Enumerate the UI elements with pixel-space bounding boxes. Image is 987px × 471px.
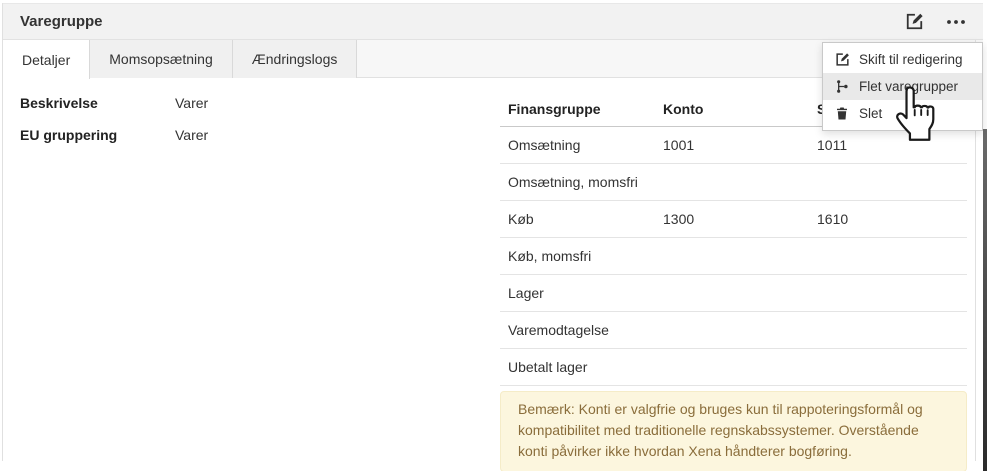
column-header-konto: Konto xyxy=(655,95,809,117)
details-section: Beskrivelse Varer EU gruppering Varer xyxy=(20,95,450,159)
menu-item-flet-varegrupper[interactable]: Flet varegrupper xyxy=(823,73,982,100)
cell-group: Omsætning, momsfri xyxy=(500,174,655,190)
table-row: Køb, momsfri xyxy=(500,238,967,275)
menu-item-label: Slet xyxy=(859,106,882,121)
header-actions xyxy=(903,11,983,33)
edit-button[interactable] xyxy=(903,11,925,33)
table-row: Varemodtagelse xyxy=(500,312,967,349)
cell-konto2: 1011 xyxy=(809,137,967,153)
page-title: Varegruppe xyxy=(3,13,103,30)
cell-group: Omsætning xyxy=(500,137,655,153)
note-box: Bemærk: Konti er valgfrie og bruges kun … xyxy=(500,391,967,471)
cell-group: Køb, momsfri xyxy=(500,248,655,264)
tab-detaljer[interactable]: Detaljer xyxy=(3,40,90,79)
field-value: Varer xyxy=(175,127,208,143)
table-row: Omsætning 1001 1011 xyxy=(500,127,967,164)
cell-konto2: 1610 xyxy=(809,211,967,227)
trash-icon xyxy=(834,106,850,122)
column-header-finansgruppe: Finansgruppe xyxy=(500,95,655,117)
ellipsis-icon xyxy=(946,19,966,25)
table-row: Ubetalt lager xyxy=(500,349,967,386)
pencil-square-icon xyxy=(905,12,924,31)
window-edge xyxy=(983,129,987,471)
field-eu-gruppering: EU gruppering Varer xyxy=(20,127,450,143)
field-value: Varer xyxy=(175,95,208,111)
pencil-square-icon xyxy=(834,52,850,68)
tab-momsopsaetning[interactable]: Momsopsætning xyxy=(90,40,233,78)
menu-item-label: Flet varegrupper xyxy=(859,79,958,94)
cell-konto: 1001 xyxy=(655,137,809,153)
table-row: Lager xyxy=(500,275,967,312)
cell-group: Køb xyxy=(500,211,655,227)
field-label: EU gruppering xyxy=(20,127,175,143)
varegruppe-panel: Varegruppe xyxy=(0,0,987,471)
cell-group: Lager xyxy=(500,285,655,301)
cell-konto: 1300 xyxy=(655,211,809,227)
menu-item-label: Skift til redigering xyxy=(859,52,963,67)
finance-accounts-table: Finansgruppe Konto S Omsætning 1001 1011… xyxy=(500,95,967,386)
field-beskrivelse: Beskrivelse Varer xyxy=(20,95,450,111)
merge-branch-icon xyxy=(834,79,850,95)
context-menu: Skift til redigering Flet varegrupper xyxy=(822,42,983,131)
menu-item-skift-til-redigering[interactable]: Skift til redigering xyxy=(823,46,982,73)
more-options-button[interactable] xyxy=(945,11,967,33)
field-label: Beskrivelse xyxy=(20,95,175,111)
panel-header: Varegruppe xyxy=(3,3,983,40)
menu-item-slet[interactable]: Slet xyxy=(823,100,982,127)
cell-group: Ubetalt lager xyxy=(500,359,655,375)
table-row: Omsætning, momsfri xyxy=(500,164,967,201)
table-row: Køb 1300 1610 xyxy=(500,201,967,238)
cell-group: Varemodtagelse xyxy=(500,322,655,338)
tab-aendringslogs[interactable]: Ændringslogs xyxy=(233,40,358,78)
